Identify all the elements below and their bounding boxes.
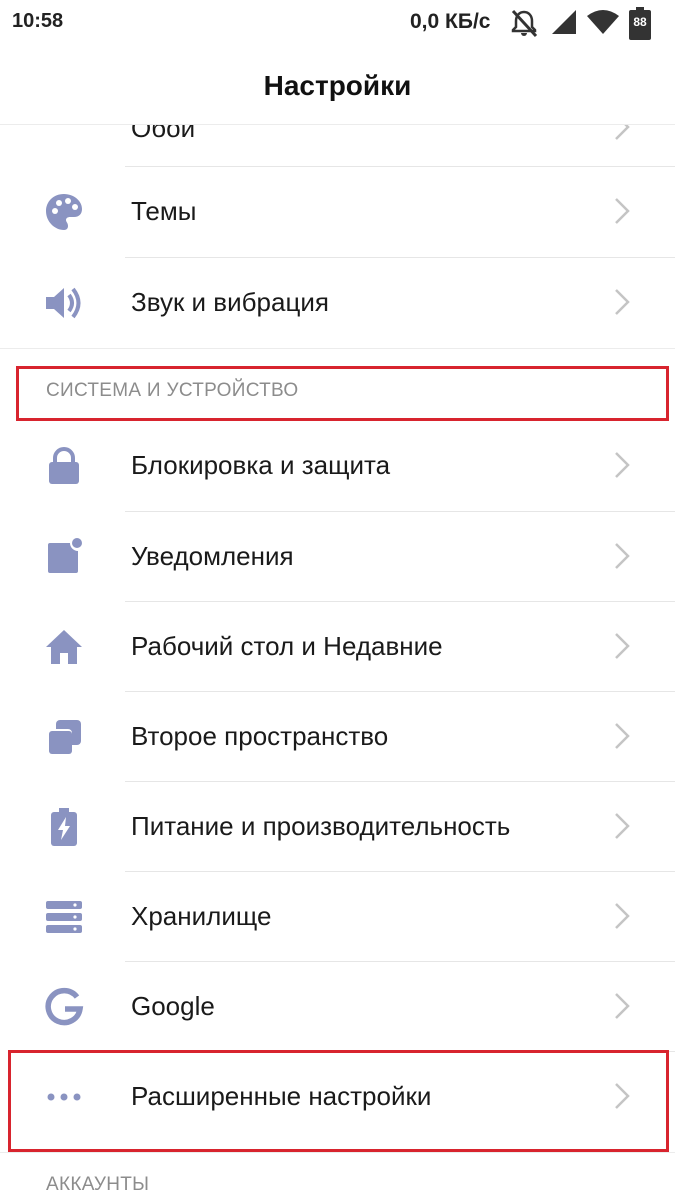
settings-item-label: Расширенные настройки: [131, 1081, 432, 1111]
chevron-right-icon: [615, 993, 630, 1019]
settings-item-label: Блокировка и защита: [131, 450, 391, 480]
settings-item-lock[interactable]: Блокировка и защита: [0, 421, 675, 511]
speaker-icon: [46, 287, 81, 319]
battery-power-icon: [51, 808, 77, 846]
page-title-overlay: Настройки: [263, 70, 412, 101]
section-separator: [0, 348, 675, 349]
settings-item-themes[interactable]: Темы: [0, 167, 675, 257]
google-icon: [45, 987, 84, 1026]
lock-icon: [49, 447, 79, 484]
settings-item-home[interactable]: Рабочий стол и Недавние: [0, 602, 675, 692]
second-space-icon: [47, 720, 81, 754]
settings-item-sound[interactable]: Звук и вибрация: [0, 258, 675, 348]
settings-item-label: Звук и вибрация: [131, 287, 329, 317]
settings-item-label: Питание и производительность: [131, 811, 511, 841]
settings-item-google[interactable]: Google: [0, 962, 675, 1052]
header-title-wrap: Настройки: [0, 50, 675, 124]
section-separator: [0, 1152, 675, 1153]
settings-item-label: Темы: [131, 196, 197, 226]
settings-list: Обои Настройки Темы Звук и вибрация СИСТ…: [0, 0, 675, 1200]
settings-item-label: Рабочий стол и Недавние: [131, 631, 443, 661]
chevron-right-icon: [615, 633, 630, 659]
storage-icon: [46, 901, 82, 933]
section-title: АККАУНТЫ: [46, 1174, 150, 1195]
more-dots-icon: [47, 1093, 81, 1101]
section-title: СИСТЕМА И УСТРОЙСТВО: [46, 380, 299, 401]
chevron-right-icon: [615, 723, 630, 749]
chevron-right-icon: [615, 1083, 630, 1109]
header-divider: [0, 124, 675, 125]
chevron-right-icon: [615, 903, 630, 929]
chevron-right-icon: [615, 452, 630, 478]
settings-item-label: Google: [131, 991, 215, 1021]
notification-icon: [48, 538, 82, 573]
settings-item-second-space[interactable]: Второе пространство: [0, 692, 675, 782]
chevron-right-icon: [615, 289, 630, 315]
settings-item-label: Хранилище: [131, 901, 272, 931]
settings-item-label: Уведомления: [131, 541, 294, 571]
settings-item-notifications[interactable]: Уведомления: [0, 512, 675, 602]
chevron-right-icon: [615, 198, 630, 224]
chevron-right-icon: [615, 543, 630, 569]
settings-item-advanced[interactable]: Расширенные настройки: [0, 1052, 675, 1142]
palette-icon: [46, 194, 82, 230]
settings-item-power[interactable]: Питание и производительность: [0, 782, 675, 872]
section-header-system: СИСТЕМА И УСТРОЙСТВО: [0, 358, 675, 428]
settings-item-label: Второе пространство: [131, 721, 389, 751]
section-header-accounts: АККАУНТЫ: [0, 1160, 675, 1200]
home-icon: [46, 630, 82, 664]
settings-item-storage[interactable]: Хранилище: [0, 872, 675, 962]
chevron-right-icon: [615, 813, 630, 839]
